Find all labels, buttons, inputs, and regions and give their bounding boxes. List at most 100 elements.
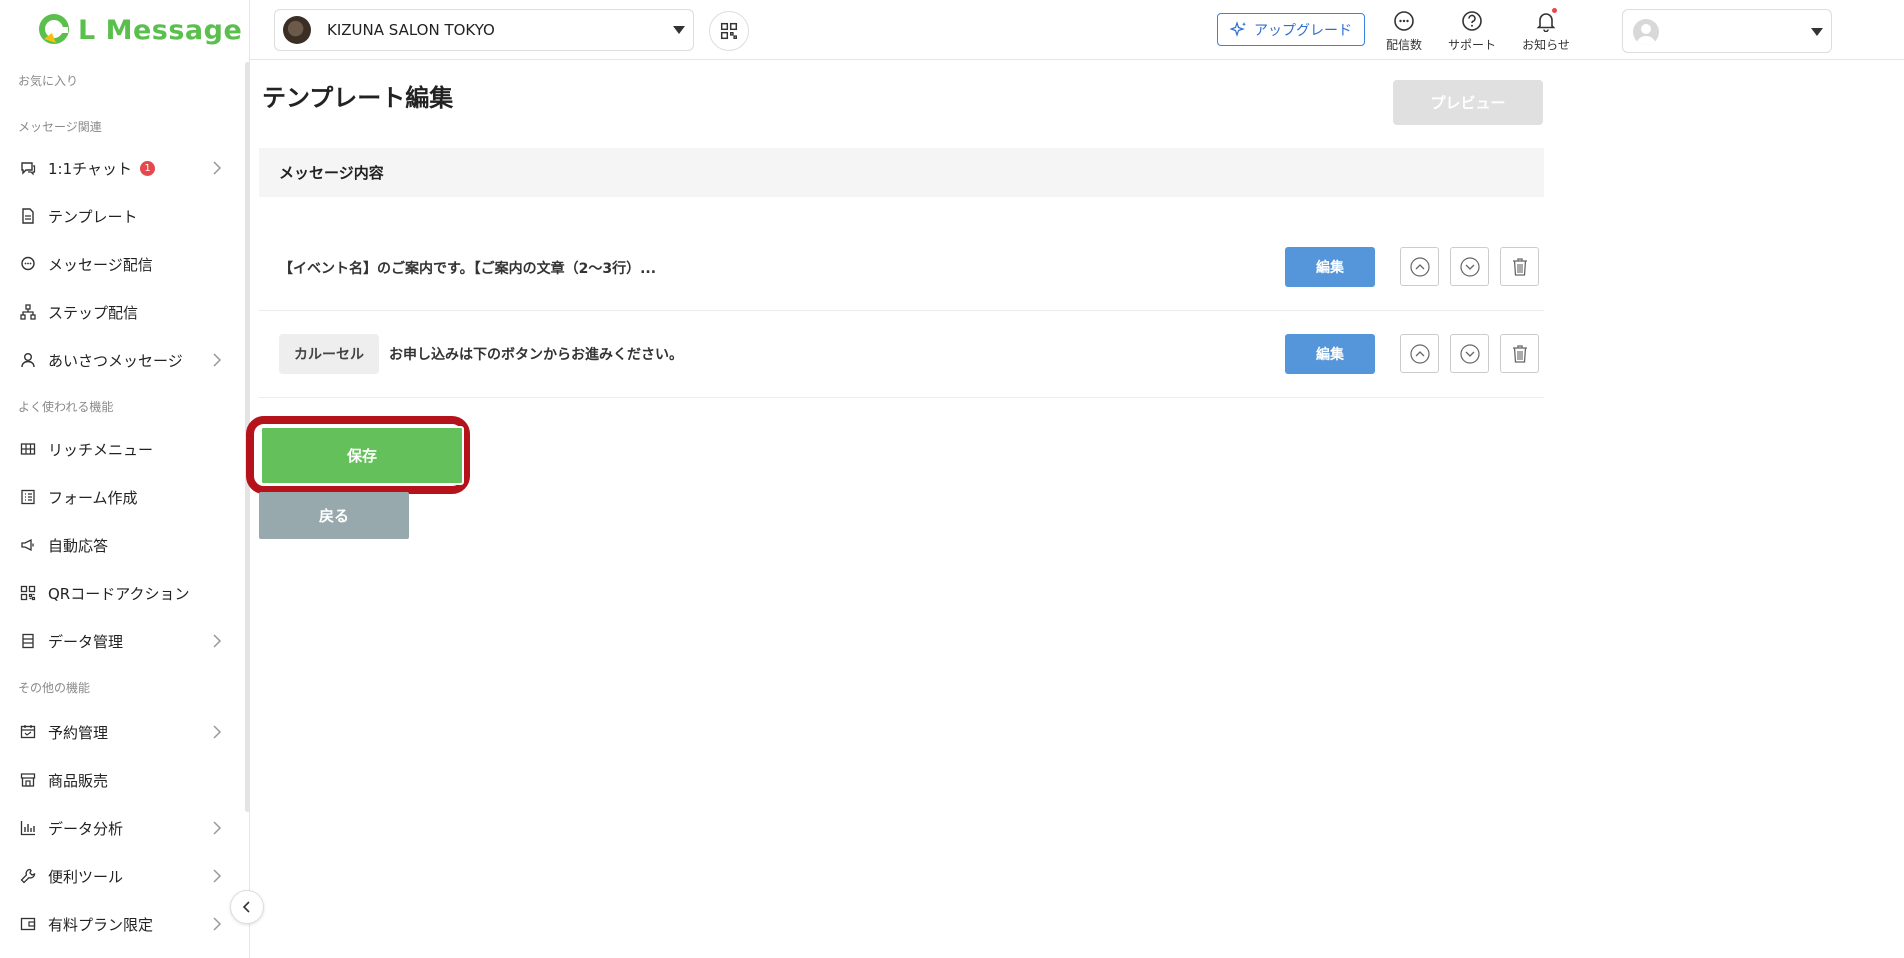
chevron-right-icon [212, 160, 222, 179]
sidebar-item-label: メッセージ配信 [48, 255, 153, 274]
sidebar-item-label: ステップ配信 [48, 303, 139, 322]
notifications-button[interactable]: お知らせ [1516, 8, 1576, 53]
app-name: L Message [78, 14, 243, 46]
sidebar-item-label: データ管理 [48, 632, 124, 651]
message-row: 【イベント名】のご案内です。【ご案内の文章（2〜3行）... 編集 [259, 224, 1544, 311]
speech-bubble-icon [19, 255, 37, 273]
sidebar-item-form[interactable]: フォーム作成 [0, 477, 240, 517]
notification-dot [1552, 8, 1557, 13]
support-button[interactable]: サポート [1442, 8, 1502, 53]
chevron-right-icon [212, 868, 222, 887]
sidebar-item-label: 予約管理 [48, 723, 109, 742]
move-down-button[interactable] [1450, 334, 1489, 373]
chevron-up-circle-icon [1409, 256, 1430, 277]
move-up-button[interactable] [1400, 334, 1439, 373]
sidebar-item-qr-action[interactable]: QRコードアクション [0, 573, 240, 613]
sidebar-item-analytics[interactable]: データ分析 [0, 808, 240, 848]
main-content: テンプレート編集 プレビュー メッセージ内容 【イベント名】のご案内です。【ご案… [246, 60, 1904, 958]
carousel-tag: カルーセル [279, 334, 379, 374]
megaphone-icon [19, 536, 37, 554]
sidebar-item-template[interactable]: テンプレート [0, 196, 240, 236]
account-select[interactable]: KIZUNA SALON TOKYO [274, 9, 694, 51]
user-icon [19, 351, 37, 369]
sidebar-item-paid-plan[interactable]: 有料プラン限定 [0, 904, 240, 944]
bar-chart-icon [19, 819, 37, 837]
sidebar-item-label: 有料プラン限定 [48, 915, 154, 934]
document-icon [19, 207, 37, 225]
trash-icon [1512, 344, 1527, 363]
sidebar: L Message お気に入り メッセージ関連 1:1チャット 1 テンプレート… [0, 0, 264, 958]
app-logo[interactable]: L Message [38, 12, 242, 48]
chevron-right-icon [212, 820, 222, 839]
sidebar-item-label: テンプレート [48, 207, 138, 226]
user-menu[interactable] [1622, 9, 1832, 53]
sidebar-item-step[interactable]: ステップ配信 [0, 292, 240, 332]
account-avatar [283, 16, 311, 44]
flow-icon [19, 303, 37, 321]
trash-icon [1512, 257, 1527, 276]
sidebar-item-label: 便利ツール [48, 867, 124, 886]
user-avatar-icon [1633, 19, 1659, 45]
upgrade-label: アップグレード [1254, 22, 1352, 39]
wrench-icon [19, 867, 37, 885]
sidebar-item-tools[interactable]: 便利ツール [0, 856, 240, 896]
qr-code-button[interactable] [709, 11, 749, 51]
delete-button[interactable] [1500, 247, 1539, 286]
section-common: よく使われる機能 [18, 400, 114, 414]
chevron-down-circle-icon [1459, 343, 1480, 364]
chevron-right-icon [212, 352, 222, 371]
chevron-down-circle-icon [1459, 256, 1480, 277]
save-button[interactable]: 保存 [260, 426, 464, 485]
sidebar-item-label: 1:1チャット [48, 159, 132, 178]
sparkle-icon [1230, 20, 1246, 37]
message-row: カルーセル お申し込みは下のボタンからお進みください。 編集 [259, 311, 1544, 398]
qr-icon [19, 584, 37, 602]
bell-icon [1536, 13, 1556, 32]
sidebar-item-greeting[interactable]: あいさつメッセージ [0, 340, 240, 380]
message-text: お申し込みは下のボタンからお進みください。 [389, 347, 683, 363]
account-name: KIZUNA SALON TOKYO [327, 21, 495, 39]
chat-icon [19, 159, 37, 177]
chevron-right-icon [212, 633, 222, 652]
sidebar-item-auto-reply[interactable]: 自動応答 [0, 525, 240, 565]
move-up-button[interactable] [1400, 247, 1439, 286]
store-icon [19, 771, 37, 789]
section-favorites: お気に入り [18, 74, 79, 88]
delete-button[interactable] [1500, 334, 1539, 373]
message-count-label: 配信数 [1385, 38, 1422, 52]
back-button[interactable]: 戻る [259, 492, 409, 539]
logo-mark-icon [38, 13, 72, 47]
caret-down-icon [1811, 28, 1823, 36]
sidebar-item-chat[interactable]: 1:1チャット 1 [0, 148, 240, 188]
sidebar-item-label: 自動応答 [48, 536, 109, 555]
notifications-label: お知らせ [1522, 38, 1570, 52]
sidebar-item-label: 商品販売 [48, 771, 109, 790]
message-section-header: メッセージ内容 [259, 148, 1544, 197]
unread-badge: 1 [140, 160, 155, 176]
caret-down-icon [673, 26, 685, 34]
form-icon [19, 488, 37, 506]
wallet-icon [19, 915, 37, 933]
sidebar-item-broadcast[interactable]: メッセージ配信 [0, 244, 240, 284]
section-other: その他の機能 [18, 681, 91, 695]
sidebar-item-label: リッチメニュー [48, 440, 154, 459]
help-icon [1462, 11, 1482, 31]
edit-button[interactable]: 編集 [1285, 247, 1375, 287]
sidebar-item-rich-menu[interactable]: リッチメニュー [0, 429, 240, 469]
top-header: KIZUNA SALON TOKYO アップグレード 配信数 サポート お知らせ [250, 0, 1904, 60]
move-down-button[interactable] [1450, 247, 1489, 286]
chevron-right-icon [212, 916, 222, 935]
preview-button[interactable]: プレビュー [1393, 80, 1543, 125]
chevron-up-circle-icon [1409, 343, 1430, 364]
sidebar-item-data[interactable]: データ管理 [0, 621, 240, 661]
sidebar-item-reservation[interactable]: 予約管理 [0, 712, 240, 752]
section-message: メッセージ関連 [18, 120, 102, 134]
grid-icon [19, 440, 37, 458]
edit-button[interactable]: 編集 [1285, 334, 1375, 374]
message-count-button[interactable]: 配信数 [1374, 8, 1434, 53]
sidebar-item-label: QRコードアクション [48, 584, 190, 603]
sidebar-nav: お気に入り メッセージ関連 1:1チャット 1 テンプレート メッセージ配信 ス… [0, 62, 246, 958]
sidebar-item-sales[interactable]: 商品販売 [0, 760, 240, 800]
upgrade-button[interactable]: アップグレード [1217, 13, 1365, 46]
sidebar-item-label: データ分析 [48, 819, 124, 838]
